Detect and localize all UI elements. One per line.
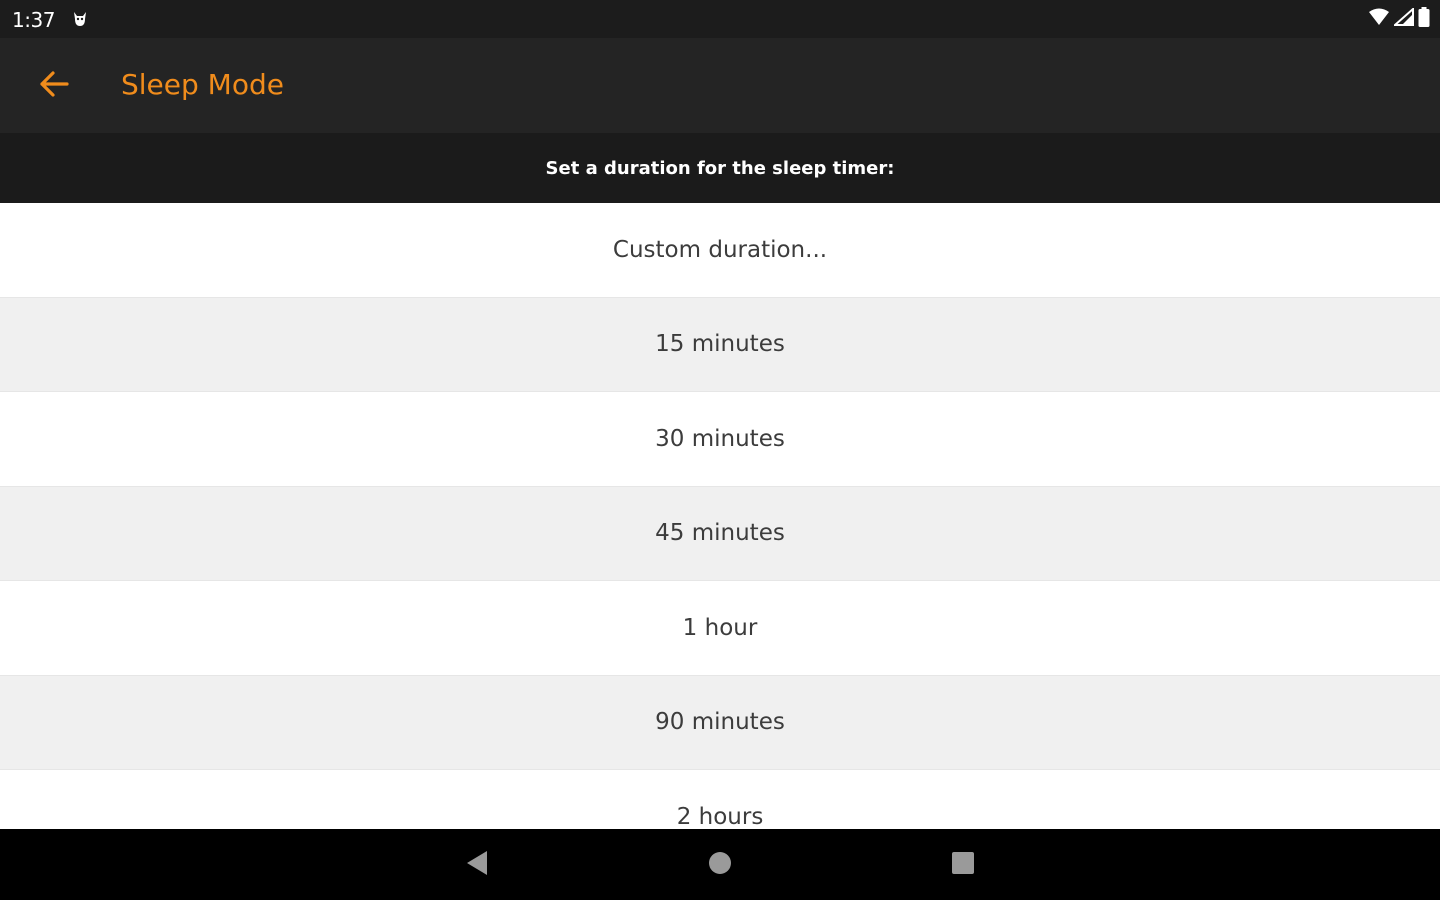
sleep-timer-prompt: Set a duration for the sleep timer: (0, 133, 1440, 203)
back-triangle-icon (463, 849, 489, 882)
arrow-left-icon (39, 70, 69, 102)
nav-recents-button[interactable] (945, 847, 981, 883)
duration-option-30-minutes[interactable]: 30 minutes (0, 392, 1440, 487)
status-bar: 1:37 (0, 0, 1440, 38)
nav-home-button[interactable] (702, 847, 738, 883)
status-icons (1368, 6, 1430, 32)
duration-option-15-minutes[interactable]: 15 minutes (0, 297, 1440, 392)
wifi-icon (1368, 8, 1390, 31)
home-circle-icon (707, 850, 733, 881)
duration-list: Custom duration... 15 minutes 30 minutes… (0, 203, 1440, 829)
duration-option-custom[interactable]: Custom duration... (0, 203, 1440, 298)
cat-icon (70, 9, 90, 29)
nav-back-button[interactable] (458, 847, 494, 883)
duration-option-1-hour[interactable]: 1 hour (0, 581, 1440, 676)
duration-option-45-minutes[interactable]: 45 minutes (0, 486, 1440, 581)
recents-square-icon (950, 850, 976, 881)
battery-icon (1418, 6, 1430, 32)
duration-option-2-hours[interactable]: 2 hours (0, 770, 1440, 829)
page-title: Sleep Mode (121, 68, 284, 101)
app-bar: Sleep Mode (0, 38, 1440, 133)
back-button[interactable] (30, 66, 78, 106)
status-time: 1:37 (12, 8, 55, 32)
signal-icon (1392, 6, 1414, 31)
system-nav-bar (0, 829, 1440, 900)
duration-option-90-minutes[interactable]: 90 minutes (0, 675, 1440, 770)
